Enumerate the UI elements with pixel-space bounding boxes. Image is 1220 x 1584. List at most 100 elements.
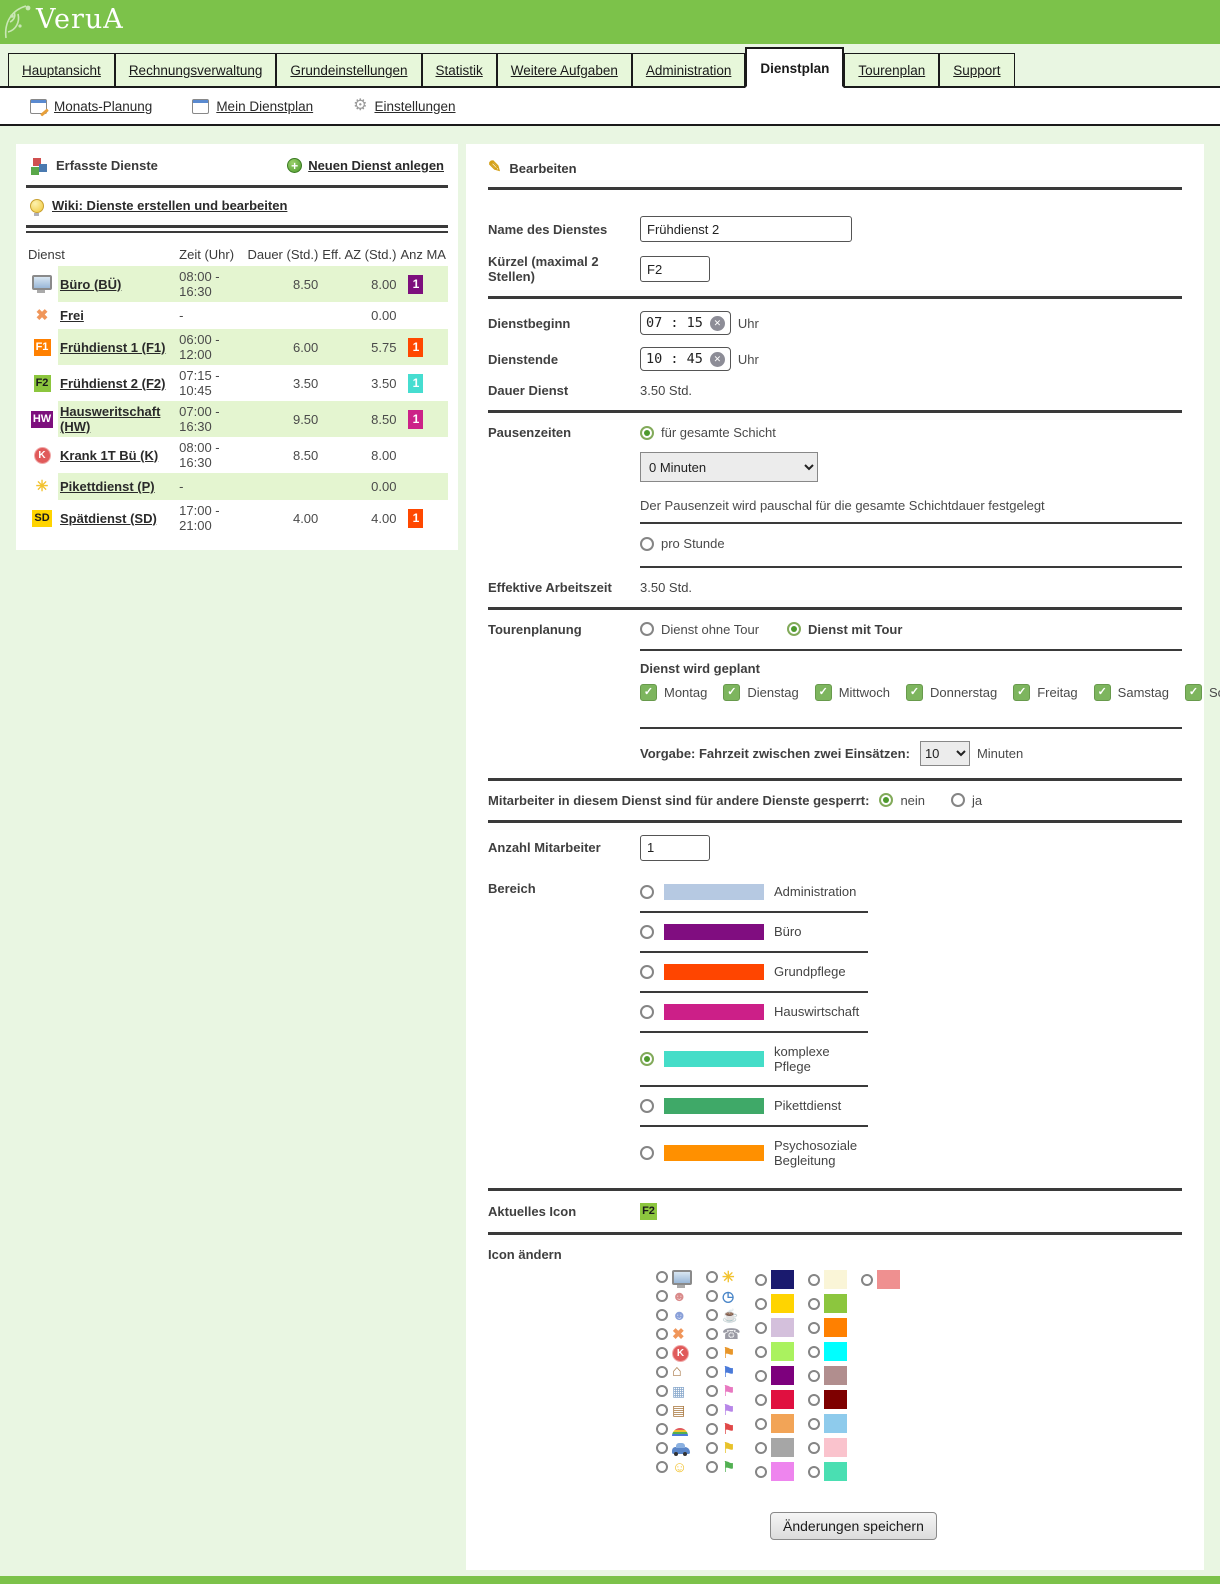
tab-tourenplan[interactable]: Tourenplan bbox=[844, 53, 939, 86]
checkbox-checked-icon[interactable]: ✓ bbox=[815, 684, 832, 701]
weekday-option-freitag[interactable]: ✓Freitag bbox=[1013, 684, 1077, 701]
icon-option[interactable]: ☕ bbox=[706, 1306, 741, 1325]
radio-ohne-tour[interactable] bbox=[640, 622, 654, 636]
icon-radio[interactable] bbox=[706, 1423, 718, 1435]
service-link[interactable]: Hausweritschaft (HW) bbox=[60, 404, 160, 434]
checkbox-checked-icon[interactable]: ✓ bbox=[906, 684, 923, 701]
bereich-option-hauswirtschaft[interactable]: Hauswirtschaft bbox=[640, 993, 868, 1031]
bereich-radio[interactable] bbox=[640, 965, 654, 979]
checkbox-checked-icon[interactable]: ✓ bbox=[1185, 684, 1202, 701]
tab-dienstplan[interactable]: Dienstplan bbox=[745, 47, 844, 88]
wiki-link[interactable]: Wiki: Dienste erstellen und bearbeiten bbox=[26, 196, 448, 215]
icon-radio[interactable] bbox=[706, 1461, 718, 1473]
icon-radio[interactable] bbox=[656, 1328, 668, 1340]
color-option[interactable] bbox=[755, 1412, 794, 1436]
color-option[interactable] bbox=[808, 1340, 847, 1364]
icon-option[interactable] bbox=[656, 1268, 692, 1287]
bereich-radio[interactable] bbox=[640, 1052, 654, 1066]
tab-rechnungsverwaltung[interactable]: Rechnungsverwaltung bbox=[115, 53, 277, 86]
color-radio[interactable] bbox=[755, 1298, 767, 1310]
color-radio[interactable] bbox=[808, 1274, 820, 1286]
icon-radio[interactable] bbox=[656, 1461, 668, 1473]
icon-radio[interactable] bbox=[706, 1385, 718, 1397]
save-button[interactable]: Änderungen speichern bbox=[770, 1512, 937, 1540]
weekday-option-sonntag[interactable]: ✓Sonntag bbox=[1185, 684, 1220, 701]
subnav-item-mein-dienstplan[interactable]: Mein Dienstplan bbox=[192, 99, 313, 114]
color-option[interactable] bbox=[755, 1316, 794, 1340]
icon-option[interactable]: ☻ bbox=[656, 1287, 692, 1306]
bereich-option-pikettdienst[interactable]: Pikettdienst bbox=[640, 1087, 868, 1125]
subnav-item-label[interactable]: Einstellungen bbox=[374, 99, 455, 114]
pausen-option-stunde-label[interactable]: pro Stunde bbox=[661, 536, 725, 551]
service-link[interactable]: Frühdienst 1 (F1) bbox=[60, 340, 165, 355]
color-radio[interactable] bbox=[755, 1418, 767, 1430]
color-option[interactable] bbox=[808, 1460, 847, 1484]
color-option[interactable] bbox=[808, 1316, 847, 1340]
bereich-radio[interactable] bbox=[640, 1146, 654, 1160]
touren-option-ohne-label[interactable]: Dienst ohne Tour bbox=[661, 622, 759, 637]
tab-administration[interactable]: Administration bbox=[632, 53, 746, 86]
icon-option[interactable]: ◷ bbox=[706, 1287, 741, 1306]
touren-option-ohne[interactable]: Dienst ohne Tour bbox=[640, 622, 759, 637]
color-radio[interactable] bbox=[755, 1370, 767, 1382]
icon-radio[interactable] bbox=[656, 1309, 668, 1321]
tab-hauptansicht[interactable]: Hauptansicht bbox=[8, 53, 115, 86]
color-radio[interactable] bbox=[861, 1274, 873, 1286]
touren-option-mit[interactable]: Dienst mit Tour bbox=[787, 622, 902, 637]
bereich-option-grundpflege[interactable]: Grundpflege bbox=[640, 953, 868, 991]
clear-time-icon[interactable]: ✕ bbox=[710, 316, 725, 331]
gesperrt-ja-label[interactable]: ja bbox=[972, 793, 982, 808]
color-option[interactable] bbox=[808, 1292, 847, 1316]
radio-mit-tour[interactable] bbox=[787, 622, 801, 636]
pausen-option-stunde[interactable]: pro Stunde bbox=[640, 536, 725, 551]
bereich-option-psychosoziale-begleitung[interactable]: Psychosoziale Begleitung bbox=[640, 1127, 868, 1179]
weekday-option-montag[interactable]: ✓Montag bbox=[640, 684, 707, 701]
dienstbeginn-value[interactable]: 07 : 15 bbox=[646, 315, 703, 331]
icon-option[interactable]: ⚑ bbox=[706, 1420, 741, 1439]
weekday-option-dienstag[interactable]: ✓Dienstag bbox=[723, 684, 798, 701]
color-radio[interactable] bbox=[808, 1418, 820, 1430]
dienstende-input[interactable]: 10 : 45 ✕ bbox=[640, 347, 731, 371]
subnav-item-einstellungen[interactable]: ⚙Einstellungen bbox=[353, 98, 455, 114]
radio-ja[interactable] bbox=[951, 793, 965, 807]
color-radio[interactable] bbox=[808, 1394, 820, 1406]
icon-option[interactable]: ✖ bbox=[656, 1325, 692, 1344]
color-option[interactable] bbox=[808, 1268, 847, 1292]
anzahl-input[interactable] bbox=[640, 835, 710, 861]
color-radio[interactable] bbox=[755, 1394, 767, 1406]
color-radio[interactable] bbox=[808, 1442, 820, 1454]
icon-option[interactable]: ⚑ bbox=[706, 1401, 741, 1420]
color-option[interactable] bbox=[808, 1436, 847, 1460]
color-option[interactable] bbox=[755, 1292, 794, 1316]
service-link[interactable]: Büro (BÜ) bbox=[60, 277, 121, 292]
bereich-radio[interactable] bbox=[640, 885, 654, 899]
radio-stunde[interactable] bbox=[640, 537, 654, 551]
icon-option[interactable]: ⚑ bbox=[706, 1439, 741, 1458]
radio-nein[interactable] bbox=[879, 793, 893, 807]
icon-radio[interactable] bbox=[706, 1347, 718, 1359]
service-link[interactable]: Pikettdienst (P) bbox=[60, 479, 155, 494]
new-service-link[interactable]: + Neuen Dienst anlegen bbox=[287, 158, 444, 173]
icon-option[interactable]: ▤ bbox=[656, 1401, 692, 1420]
dienstbeginn-input[interactable]: 07 : 15 ✕ bbox=[640, 311, 731, 335]
bereich-radio[interactable] bbox=[640, 1099, 654, 1113]
bereich-radio[interactable] bbox=[640, 1005, 654, 1019]
icon-option[interactable]: ✳ bbox=[706, 1268, 741, 1287]
color-option[interactable] bbox=[808, 1412, 847, 1436]
gesperrt-option-ja[interactable]: ja bbox=[951, 793, 982, 808]
icon-option[interactable]: K bbox=[656, 1344, 692, 1363]
icon-radio[interactable] bbox=[706, 1442, 718, 1454]
icon-radio[interactable] bbox=[656, 1347, 668, 1359]
wiki-link-label[interactable]: Wiki: Dienste erstellen und bearbeiten bbox=[52, 198, 287, 213]
dienstende-value[interactable]: 10 : 45 bbox=[646, 351, 703, 367]
service-link[interactable]: Spätdienst (SD) bbox=[60, 511, 157, 526]
bereich-option-administration[interactable]: Administration bbox=[640, 873, 868, 911]
new-service-link-label[interactable]: Neuen Dienst anlegen bbox=[308, 158, 444, 173]
color-option[interactable] bbox=[755, 1388, 794, 1412]
icon-radio[interactable] bbox=[706, 1290, 718, 1302]
icon-radio[interactable] bbox=[656, 1423, 668, 1435]
checkbox-checked-icon[interactable]: ✓ bbox=[640, 684, 657, 701]
bereich-radio[interactable] bbox=[640, 925, 654, 939]
color-radio[interactable] bbox=[808, 1466, 820, 1478]
subnav-item-label[interactable]: Mein Dienstplan bbox=[216, 99, 313, 114]
